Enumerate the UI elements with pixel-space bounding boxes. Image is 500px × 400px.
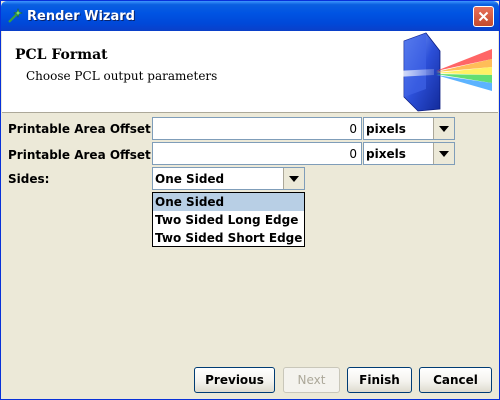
sides-select[interactable]: One Sided — [152, 167, 305, 190]
offset-x-unit-value: pixels — [366, 122, 406, 136]
cancel-button[interactable]: Cancel — [419, 367, 492, 393]
sides-dropdown-button[interactable] — [283, 168, 304, 189]
offset-y-unit-dropdown-button[interactable] — [433, 143, 454, 164]
window-title: Render Wizard — [27, 9, 135, 24]
finish-button[interactable]: Finish — [347, 367, 412, 393]
chevron-down-icon — [289, 175, 299, 182]
close-button[interactable] — [473, 6, 494, 27]
close-icon — [478, 11, 489, 22]
title-bar[interactable]: Render Wizard — [1, 1, 499, 31]
next-button[interactable]: Next — [283, 367, 340, 393]
chevron-down-icon — [439, 150, 449, 157]
sides-dropdown-list: One Sided Two Sided Long Edge Two Sided … — [152, 192, 305, 247]
offset-y-unit-select[interactable]: pixels — [363, 142, 455, 165]
offset-y-field[interactable] — [152, 142, 362, 165]
page-subtitle: Choose PCL output parameters — [26, 69, 218, 83]
prism-spectrum-graphic — [396, 32, 492, 112]
offset-x-field[interactable] — [152, 117, 362, 140]
sides-label: Sides: — [8, 172, 50, 186]
sides-option-one-sided[interactable]: One Sided — [153, 193, 304, 211]
previous-button[interactable]: Previous — [194, 367, 275, 393]
offset-y-label: Printable Area Offset Y: — [8, 148, 168, 162]
offset-x-unit-dropdown-button[interactable] — [433, 118, 454, 139]
chevron-down-icon — [439, 125, 449, 132]
offset-x-unit-select[interactable]: pixels — [363, 117, 455, 140]
wizard-header: PCL Format Choose PCL output parameters — [2, 31, 498, 113]
page-title: PCL Format — [15, 47, 108, 63]
sides-option-two-sided-short-edge[interactable]: Two Sided Short Edge — [153, 229, 304, 247]
offset-y-unit-value: pixels — [366, 147, 406, 161]
sides-option-two-sided-long-edge[interactable]: Two Sided Long Edge — [153, 211, 304, 229]
wizard-app-icon — [8, 8, 23, 23]
render-wizard-window: Render Wizard PCL Format Choose PCL outp… — [0, 0, 500, 400]
sides-value: One Sided — [155, 172, 225, 186]
offset-x-label: Printable Area Offset X: — [8, 122, 170, 136]
